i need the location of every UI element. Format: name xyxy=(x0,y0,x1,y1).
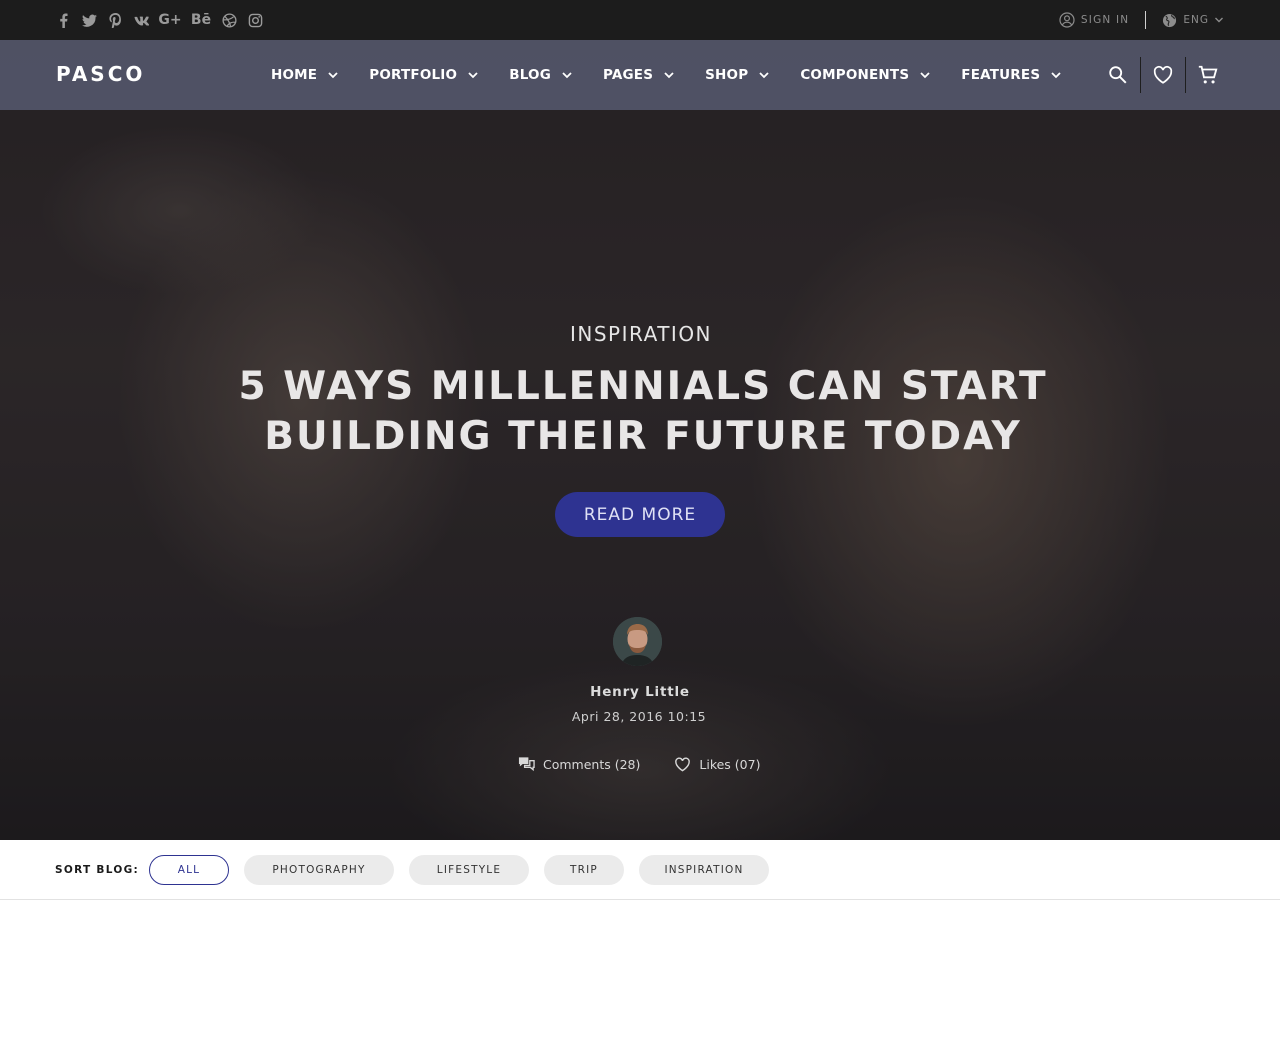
chevron-down-icon xyxy=(468,72,478,79)
heart-icon xyxy=(675,757,691,772)
behance-icon[interactable]: Bē xyxy=(189,10,213,30)
filter-all[interactable]: ALL xyxy=(149,855,229,885)
nav-item-label: PAGES xyxy=(602,67,654,83)
nav-actions xyxy=(1106,57,1220,93)
post-title-line: BUILDING THEIR FUTURE TODAY xyxy=(264,414,1022,459)
language-selector[interactable]: ENG xyxy=(1162,13,1224,28)
sign-in-label: SIGN IN xyxy=(1080,14,1130,26)
likes-link[interactable]: Likes (07) xyxy=(674,756,760,773)
nav-item-blog[interactable]: BLOG xyxy=(509,67,573,83)
likes-count: Likes (07) xyxy=(699,757,761,772)
google-plus-icon[interactable]: G+ xyxy=(157,10,183,30)
dribbble-icon[interactable] xyxy=(219,10,239,30)
chevron-down-icon xyxy=(1051,72,1061,79)
filter-trip[interactable]: TRIP xyxy=(544,855,624,885)
post-date: Apri 28, 2016 10:15 xyxy=(571,709,707,724)
filter-lifestyle[interactable]: LIFESTYLE xyxy=(409,855,529,885)
comments-link[interactable]: Comments (28) xyxy=(518,756,640,773)
post-title[interactable]: 5 WAYS MILLLENNIALS CAN START BUILDING T… xyxy=(0,362,1280,462)
nav-item-pages[interactable]: PAGES xyxy=(603,67,675,83)
main-navbar: PASCO HOME PORTFOLIO BLOG PAGES SHOP COM… xyxy=(0,40,1280,110)
read-more-button[interactable]: READ MORE xyxy=(555,492,725,537)
nav-item-label: BLOG xyxy=(509,67,551,83)
filter-inspiration[interactable]: INSPIRATION xyxy=(639,855,769,885)
chevron-down-icon xyxy=(664,72,674,79)
user-icon xyxy=(1059,12,1075,28)
chevron-down-icon xyxy=(562,72,572,79)
nav-item-label: FEATURES xyxy=(961,67,1041,83)
language-label: ENG xyxy=(1183,14,1209,26)
author-name[interactable]: Henry Little xyxy=(0,684,1280,700)
facebook-icon[interactable] xyxy=(53,10,73,30)
instagram-icon[interactable] xyxy=(245,10,265,30)
top-bar: G+ Bē SIGN IN ENG xyxy=(0,0,1280,40)
main-menu: HOME PORTFOLIO BLOG PAGES SHOP COMPONENT… xyxy=(271,40,1092,110)
chevron-down-icon xyxy=(759,72,769,79)
pinterest-icon[interactable] xyxy=(105,10,125,30)
nav-item-portfolio[interactable]: PORTFOLIO xyxy=(369,67,479,83)
avatar[interactable] xyxy=(613,617,662,666)
nav-item-label: COMPONENTS xyxy=(800,67,910,83)
sort-label: SORT BLOG: xyxy=(55,864,139,876)
social-links: G+ Bē xyxy=(53,10,271,30)
vk-icon[interactable] xyxy=(131,10,151,30)
nav-item-components[interactable]: COMPONENTS xyxy=(800,67,931,83)
top-divider xyxy=(1145,11,1147,29)
post-category[interactable]: INSPIRATION xyxy=(0,322,1280,346)
heart-icon[interactable] xyxy=(1151,63,1175,87)
filter-photography[interactable]: PHOTOGRAPHY xyxy=(244,855,394,885)
chevron-down-icon xyxy=(920,72,930,79)
cart-icon[interactable] xyxy=(1196,63,1220,87)
sort-bar: SORT BLOG: ALL PHOTOGRAPHY LIFESTYLE TRI… xyxy=(0,840,1280,900)
nav-divider xyxy=(1140,57,1141,93)
nav-item-label: SHOP xyxy=(705,67,749,83)
nav-item-home[interactable]: HOME xyxy=(271,67,339,83)
top-right-group: SIGN IN ENG xyxy=(1059,10,1224,30)
hero-section: PASCO HOME PORTFOLIO BLOG PAGES SHOP COM… xyxy=(0,40,1280,840)
nav-item-shop[interactable]: SHOP xyxy=(705,67,770,83)
globe-icon xyxy=(1163,13,1177,27)
nav-item-features[interactable]: FEATURES xyxy=(961,67,1062,83)
site-logo[interactable]: PASCO xyxy=(56,62,145,86)
chevron-down-icon xyxy=(328,72,338,79)
nav-item-label: HOME xyxy=(271,67,318,83)
chevron-down-icon xyxy=(1215,17,1223,23)
nav-divider xyxy=(1185,57,1186,93)
sign-in-link[interactable]: SIGN IN xyxy=(1059,12,1129,28)
search-icon[interactable] xyxy=(1106,63,1130,87)
nav-item-label: PORTFOLIO xyxy=(369,67,458,83)
twitter-icon[interactable] xyxy=(79,10,99,30)
comments-count: Comments (28) xyxy=(543,757,641,772)
post-title-line: 5 WAYS MILLLENNIALS CAN START xyxy=(238,364,1048,409)
post-meta: Comments (28) Likes (07) xyxy=(518,756,760,773)
comments-icon xyxy=(518,757,535,772)
